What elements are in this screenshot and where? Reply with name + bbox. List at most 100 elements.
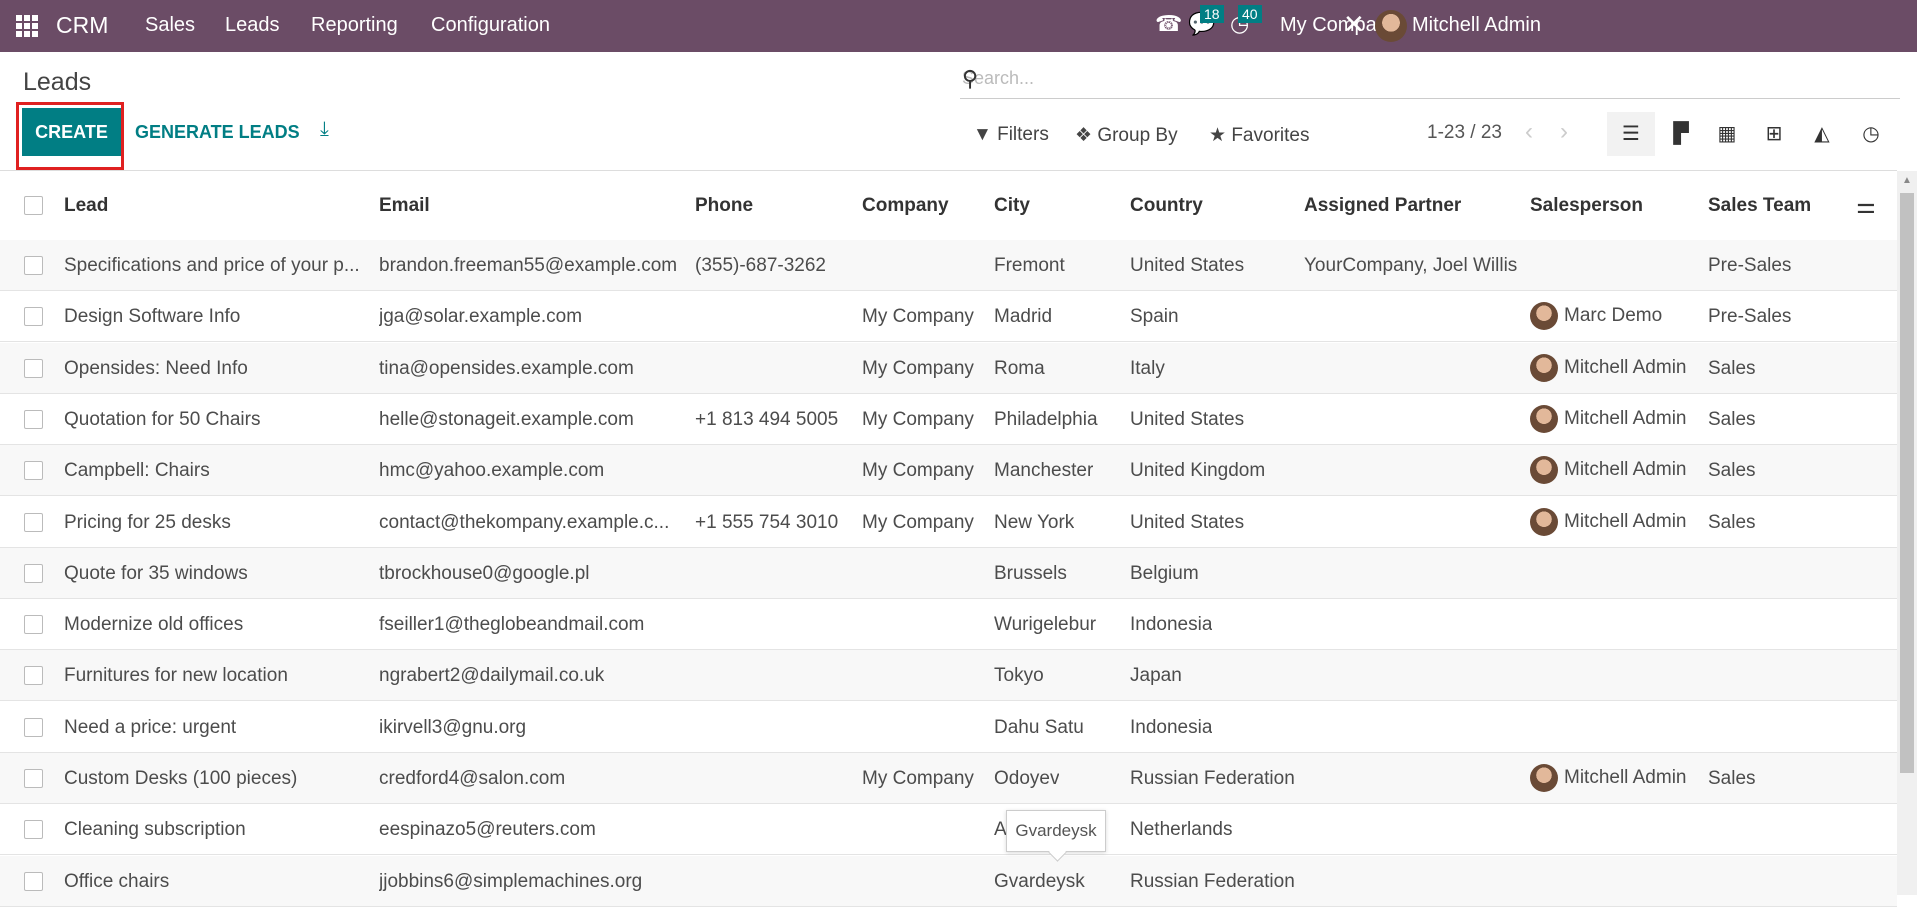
table-row[interactable]: Office chairs jjobbins6@simplemachines.or… [0, 855, 1897, 907]
generate-leads-button[interactable]: GENERATE LEADS [135, 122, 300, 143]
column-header-country[interactable]: Country [1130, 195, 1203, 217]
cell-phone: +1 813 494 5005 [695, 408, 839, 430]
cell-country: Spain [1130, 306, 1179, 328]
scroll-up-icon[interactable]: ▲ [1902, 175, 1912, 186]
cell-company: My Company [862, 306, 974, 328]
row-checkbox[interactable] [24, 358, 43, 378]
menu-leads[interactable]: Leads [225, 14, 280, 37]
table-row[interactable]: Custom Desks (100 pieces) credford4@salon… [0, 753, 1897, 804]
activity-view-icon[interactable]: ◷ [1847, 112, 1895, 156]
user-menu[interactable]: Mitchell Admin [1412, 14, 1541, 37]
search-input[interactable]: Search... ⚲ [960, 62, 1900, 99]
pager-value[interactable]: 1-23 / 23 [1427, 122, 1502, 144]
menu-reporting[interactable]: Reporting [311, 14, 398, 37]
column-header-sales-team[interactable]: Sales Team [1708, 195, 1811, 217]
salesperson-name: Marc Demo [1564, 305, 1663, 327]
cell-company: My Company [862, 511, 974, 533]
list-view-icon[interactable]: ☰ [1607, 112, 1655, 156]
column-header-assigned-partner[interactable]: Assigned Partner [1304, 195, 1461, 217]
cell-sales-team: Sales [1708, 768, 1756, 789]
table-row[interactable]: Design Software Info jga@solar.example.co… [0, 291, 1897, 343]
cell-email: ikirvell3@gnu.org [379, 716, 527, 738]
cell-email: credford4@salon.com [379, 768, 566, 789]
filters-label: Filters [997, 124, 1049, 145]
table-row[interactable]: Pricing for 25 desks contact@thekompany.e… [0, 497, 1897, 548]
table-row[interactable]: Need a price: urgent ikirvell3@gnu.org Dah… [0, 702, 1897, 753]
row-checkbox[interactable] [24, 769, 43, 788]
table-row[interactable]: Quote for 35 windows tbrockhouse0@google.… [0, 547, 1897, 599]
pivot-view-icon[interactable]: ⊞ [1750, 112, 1798, 156]
row-checkbox[interactable] [24, 563, 43, 583]
scrollbar[interactable]: ▲ [1897, 171, 1917, 895]
optional-columns-icon[interactable]: ⚌ [1856, 193, 1876, 219]
cell-salesperson: Mitchell Admin [1530, 456, 1687, 485]
activities-badge: 40 [1238, 5, 1262, 23]
cell-country: United States [1130, 511, 1245, 533]
cell-country: United States [1130, 408, 1245, 430]
row-checkbox[interactable] [24, 256, 43, 275]
row-checkbox[interactable] [24, 461, 43, 481]
cell-city: Brussels [994, 562, 1067, 584]
cell-city: Wurigelebur [994, 614, 1097, 636]
group-by-button[interactable]: ❖ Group By [1075, 124, 1178, 147]
favorites-button[interactable]: ★ Favorites [1209, 124, 1309, 147]
table-row[interactable]: Cleaning subscription eespinazo5@reuters.… [0, 804, 1897, 856]
cell-lead: Quotation for 50 Chairs [64, 408, 261, 430]
group-by-label: Group By [1097, 125, 1178, 146]
row-checkbox[interactable] [24, 717, 43, 737]
cell-email: jga@solar.example.com [379, 306, 583, 328]
salesperson-name: Mitchell Admin [1564, 767, 1687, 788]
app-name[interactable]: CRM [56, 12, 108, 39]
star-icon: ★ [1209, 125, 1227, 146]
graph-view-icon[interactable]: ◭ [1798, 112, 1846, 156]
tools-icon[interactable]: ✕ [1343, 9, 1365, 40]
table-row[interactable]: Furnitures for new location ngrabert2@dai… [0, 650, 1897, 702]
favorites-label: Favorites [1231, 125, 1310, 146]
cell-company: My Company [862, 460, 974, 482]
salesperson-avatar [1530, 456, 1558, 485]
app-grid-icon[interactable] [16, 15, 38, 37]
cell-lead: Furnitures for new location [64, 665, 288, 687]
row-checkbox[interactable] [24, 820, 43, 840]
user-avatar[interactable] [1375, 10, 1407, 42]
next-page-icon[interactable]: › [1560, 118, 1568, 146]
download-icon[interactable]: ⤓ [320, 118, 329, 141]
salesperson-avatar [1530, 507, 1558, 536]
table-row[interactable]: Opensides: Need Info tina@opensides.examp… [0, 342, 1897, 394]
prev-page-icon[interactable]: ‹ [1525, 118, 1533, 146]
column-header-salesperson[interactable]: Salesperson [1530, 195, 1643, 217]
create-button[interactable]: CREATE [22, 108, 121, 156]
menu-configuration[interactable]: Configuration [431, 14, 550, 37]
row-checkbox[interactable] [24, 409, 43, 429]
row-checkbox[interactable] [24, 615, 43, 635]
search-icon[interactable]: ⚲ [962, 66, 1894, 92]
kanban-view-icon[interactable]: ▛ [1657, 112, 1705, 156]
filters-button[interactable]: ▼ Filters [973, 124, 1049, 146]
cell-email: fseiller1@theglobeandmail.com [379, 614, 645, 636]
select-all-checkbox[interactable] [24, 196, 43, 215]
calendar-view-icon[interactable]: ▦ [1703, 112, 1751, 156]
row-checkbox[interactable] [24, 666, 43, 686]
scrollbar-thumb[interactable] [1900, 193, 1914, 773]
cell-country: Russian Federation [1130, 870, 1295, 892]
column-header-city[interactable]: City [994, 195, 1030, 217]
row-checkbox[interactable] [24, 512, 43, 532]
row-checkbox[interactable] [24, 307, 43, 327]
cell-city: Tokyo [994, 665, 1044, 687]
messages-badge: 18 [1200, 5, 1224, 23]
table-row[interactable]: Quotation for 50 Chairs helle@stonageit.e… [0, 394, 1897, 445]
menu-sales[interactable]: Sales [145, 14, 195, 37]
cell-salesperson: Mitchell Admin [1530, 404, 1687, 433]
table-row[interactable]: Modernize old offices fseiller1@theglobea… [0, 599, 1897, 651]
phone-icon[interactable]: ☎ [1155, 11, 1182, 37]
row-checkbox[interactable] [24, 871, 43, 891]
table-row[interactable]: Campbell: Chairs hmc@yahoo.example.com My … [0, 445, 1897, 497]
column-header-phone[interactable]: Phone [695, 195, 753, 217]
tooltip: Gvardeysk [1006, 810, 1106, 852]
table-row[interactable]: Specifications and price of your p... bra… [0, 240, 1897, 291]
column-header-email[interactable]: Email [379, 195, 430, 217]
column-header-company[interactable]: Company [862, 195, 949, 217]
column-header-lead[interactable]: Lead [64, 195, 108, 217]
cell-phone: (355)-687-3262 [695, 255, 826, 276]
page-title: Leads [23, 68, 92, 96]
